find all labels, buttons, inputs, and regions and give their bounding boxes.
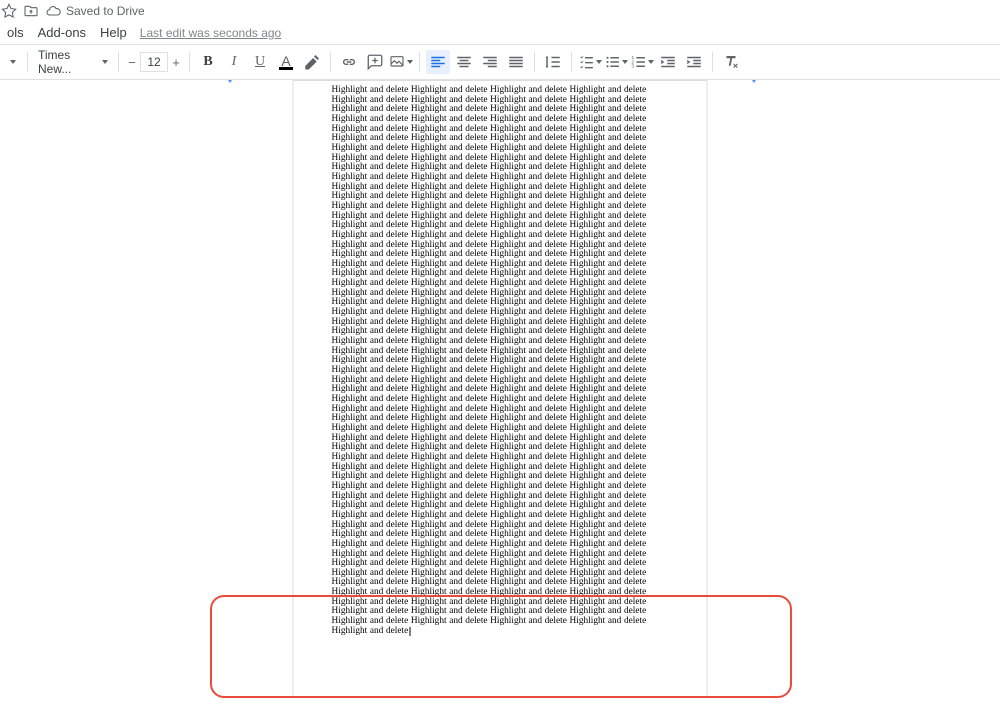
chevron-down-icon [648, 60, 654, 64]
numbered-list-button[interactable]: 123 [630, 50, 654, 74]
font-size-control: − + [124, 50, 184, 74]
ruler-tick: 7 [792, 80, 796, 82]
add-comment-button[interactable] [363, 50, 387, 74]
chevron-down-icon [102, 60, 108, 64]
checklist-button[interactable] [578, 50, 602, 74]
chevron-down-icon [407, 60, 413, 64]
italic-button[interactable]: I [222, 50, 246, 74]
separator [27, 52, 28, 72]
save-status: Saved to Drive [66, 4, 145, 18]
ruler-tick: 1 [272, 80, 276, 82]
separator [189, 52, 190, 72]
insert-link-button[interactable] [337, 50, 361, 74]
chevron-down-icon [622, 60, 628, 64]
decrease-indent-button[interactable] [656, 50, 680, 74]
separator [712, 52, 713, 72]
last-edit-link[interactable]: Last edit was seconds ago [140, 26, 281, 40]
align-center-button[interactable] [452, 50, 476, 74]
line-spacing-button[interactable] [541, 50, 565, 74]
font-size-input[interactable] [140, 52, 168, 72]
bold-button[interactable]: B [196, 50, 220, 74]
menu-help[interactable]: Help [93, 22, 134, 44]
insert-image-button[interactable] [389, 50, 413, 74]
menu-addons[interactable]: Add-ons [31, 22, 93, 44]
toolbar: Times New... − + B I U A [0, 44, 1000, 80]
font-family-dropdown[interactable]: Times New... [33, 50, 113, 74]
increase-indent-button[interactable] [682, 50, 706, 74]
chevron-down-icon [596, 60, 602, 64]
title-bar: Saved to Drive [0, 0, 1000, 22]
chevron-down-icon [10, 60, 16, 64]
right-indent-marker-icon[interactable] [750, 80, 758, 83]
ruler-tick: 1 [112, 80, 116, 82]
align-left-button[interactable] [426, 50, 450, 74]
underline-button[interactable]: U [248, 50, 272, 74]
clear-formatting-button[interactable] [719, 50, 743, 74]
align-justify-button[interactable] [504, 50, 528, 74]
indent-marker-icon[interactable] [226, 80, 234, 83]
move-to-drive-icon[interactable] [22, 2, 40, 20]
highlight-color-button[interactable] [300, 50, 324, 74]
star-icon[interactable] [0, 2, 18, 20]
separator [419, 52, 420, 72]
cloud-saved-icon[interactable] [44, 2, 62, 20]
styles-dropdown-caret[interactable] [4, 50, 22, 74]
menu-tools[interactable]: ols [0, 22, 31, 44]
text-color-button[interactable]: A [274, 50, 298, 74]
document-canvas[interactable]: 1 1 2 3 4 5 6 7 Highlight and delete Hig… [0, 80, 1000, 709]
document-page[interactable]: Highlight and delete Highlight and delet… [293, 80, 708, 697]
separator [571, 52, 572, 72]
menu-bar: ols Add-ons Help Last edit was seconds a… [0, 22, 1000, 44]
svg-text:3: 3 [631, 64, 634, 70]
font-size-decrease[interactable]: − [124, 50, 140, 74]
text-cursor [409, 627, 410, 636]
font-family-label: Times New... [38, 48, 102, 76]
separator [534, 52, 535, 72]
separator [330, 52, 331, 72]
document-body-text[interactable]: Highlight and delete Highlight and delet… [332, 86, 669, 636]
align-right-button[interactable] [478, 50, 502, 74]
font-size-increase[interactable]: + [168, 50, 184, 74]
separator [118, 52, 119, 72]
bulleted-list-button[interactable] [604, 50, 628, 74]
